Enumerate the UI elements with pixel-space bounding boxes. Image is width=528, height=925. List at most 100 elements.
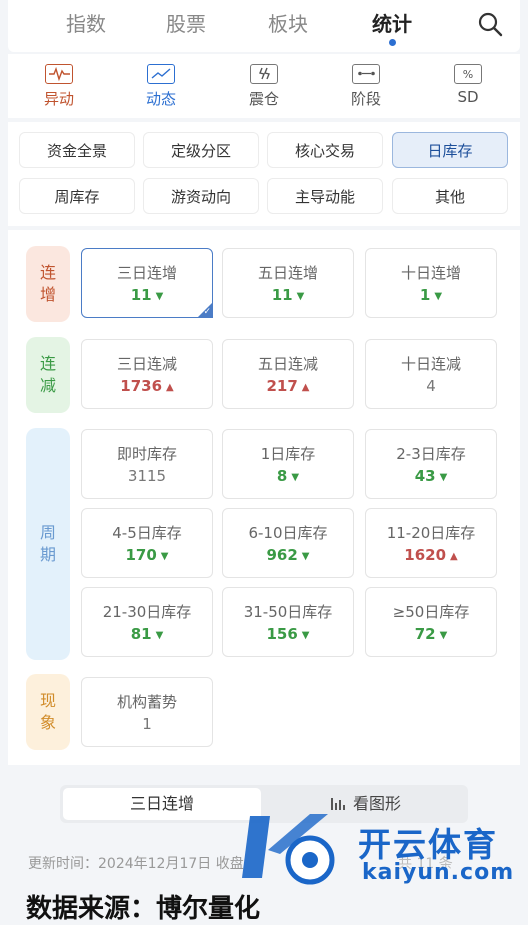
tab-sectors[interactable]: 板块 xyxy=(253,8,323,37)
subnav-label: 异动 xyxy=(43,90,74,108)
kaiyun-logo-icon xyxy=(242,814,335,885)
category-zhoukucun[interactable]: 周库存 xyxy=(19,178,135,214)
stat-cell-21-30ri-kucun[interactable]: 21-30日库存 81 ▼ xyxy=(81,587,213,657)
subnav-item-dongtai[interactable]: 动态 xyxy=(126,64,196,109)
sub-nav: 异动 动态 震仓 阶段 % SD xyxy=(8,54,520,118)
subnav-label: 震仓 xyxy=(248,90,279,108)
stat-value: 170 xyxy=(125,546,157,564)
group-label-char: 减 xyxy=(39,376,56,395)
category-dingji[interactable]: 定级分区 xyxy=(143,132,259,168)
stat-title: 十日连减 xyxy=(400,355,461,373)
stat-cell-sanri-lianjian[interactable]: 三日连减 1736 ▲ xyxy=(81,339,213,409)
search-icon[interactable] xyxy=(476,10,504,38)
stat-cell-jishi-kucun[interactable]: 即时库存 3115 xyxy=(81,429,213,499)
stat-value: 1 xyxy=(142,715,152,733)
stat-title: 2-3日库存 xyxy=(396,445,466,463)
tab-statistics[interactable]: 统计 xyxy=(357,8,427,37)
group-label-char: 象 xyxy=(39,713,56,732)
tab-selected-list[interactable]: 三日连增 xyxy=(63,788,261,820)
subnav-label: 动态 xyxy=(145,90,176,108)
category-zijin[interactable]: 资金全景 xyxy=(19,132,135,168)
stats-panel: 连 增 连 减 周 期 现 象 三日连增 11 ▼ ✓ 五日连增 11 ▼ 十日连增… xyxy=(8,230,520,765)
stat-cell-4-5ri-kucun[interactable]: 4-5日库存 170 ▼ xyxy=(81,508,213,578)
stat-value: 72 xyxy=(414,625,436,643)
stat-title: 三日连减 xyxy=(116,355,177,373)
stat-value: 962 xyxy=(266,546,298,564)
stat-cell-50ri-kucun[interactable]: ≥50日库存 72 ▼ xyxy=(365,587,497,657)
stat-title: 31-50日库存 xyxy=(243,603,333,621)
subnav-item-sd[interactable]: % SD xyxy=(433,64,503,106)
watermark-brand: 开云体育 xyxy=(358,825,498,864)
category-rikucun[interactable]: 日库存 xyxy=(392,132,508,168)
percent-icon: % xyxy=(454,64,482,84)
stat-cell-2-3ri-kucun[interactable]: 2-3日库存 43 ▼ xyxy=(365,429,497,499)
stat-cell-sanri-lianzeng[interactable]: 三日连增 11 ▼ ✓ xyxy=(81,248,213,318)
stat-value: 3115 xyxy=(127,467,167,485)
stat-cell-shiri-lianjian[interactable]: 十日连减 4 xyxy=(365,339,497,409)
stat-value: 11 xyxy=(271,286,293,304)
group-label-char: 连 xyxy=(39,354,56,373)
stat-value: 4 xyxy=(426,377,436,395)
arrow-down-icon: ▼ xyxy=(439,630,448,641)
arrow-down-icon: ▼ xyxy=(155,630,164,641)
stat-title: 4-5日库存 xyxy=(112,524,182,542)
category-grid: 资金全景 定级分区 核心交易 日库存 周库存 游资动向 主导动能 其他 xyxy=(8,122,520,226)
trend-icon xyxy=(147,64,175,84)
arrow-down-icon: ▼ xyxy=(439,472,448,483)
stat-value: 11 xyxy=(130,286,152,304)
stat-title: 机构蓄势 xyxy=(116,693,177,711)
arrow-up-icon: ▲ xyxy=(450,551,458,562)
stat-value: 1 xyxy=(419,286,431,304)
tab-stocks[interactable]: 股票 xyxy=(151,8,221,37)
group-label-char: 现 xyxy=(39,691,56,710)
arrow-down-icon: ▼ xyxy=(296,291,305,302)
watermark-domain: kaiyun.com xyxy=(362,860,515,885)
arrow-down-icon: ▼ xyxy=(291,472,300,483)
data-source: 数据来源：博尔量化 xyxy=(26,894,261,924)
stat-title: 五日连减 xyxy=(257,355,318,373)
arrow-up-icon: ▲ xyxy=(301,382,310,393)
stat-value: 156 xyxy=(266,625,298,643)
arrow-down-icon: ▼ xyxy=(160,551,169,562)
stat-cell-jigou-xushi[interactable]: 机构蓄势 1 xyxy=(81,677,213,747)
top-nav: 指数 股票 板块 统计 xyxy=(8,0,520,52)
tab-index[interactable]: 指数 xyxy=(51,8,121,37)
stat-title: 21-30日库存 xyxy=(102,603,192,621)
subnav-item-yidong[interactable]: 异动 xyxy=(24,64,94,109)
group-label-xianxiang: 现 象 xyxy=(26,674,70,750)
group-label-lianjian: 连 减 xyxy=(26,337,70,413)
active-tab-indicator xyxy=(389,39,396,46)
stat-title: 三日连增 xyxy=(116,264,177,282)
stat-cell-shiri-lianzeng[interactable]: 十日连增 1 ▼ xyxy=(365,248,497,318)
category-hexin[interactable]: 核心交易 xyxy=(267,132,383,168)
stat-cell-6-10ri-kucun[interactable]: 6-10日库存 962 ▼ xyxy=(222,508,354,578)
stat-cell-31-50ri-kucun[interactable]: 31-50日库存 156 ▼ xyxy=(222,587,354,657)
stat-title: 6-10日库存 xyxy=(248,524,328,542)
stat-value: 8 xyxy=(276,467,288,485)
subnav-item-jieduan[interactable]: 阶段 xyxy=(331,64,401,109)
stat-value: 217 xyxy=(266,377,298,395)
arrow-down-icon: ▼ xyxy=(434,291,443,302)
stat-cell-wuri-lianzeng[interactable]: 五日连增 11 ▼ xyxy=(222,248,354,318)
stat-title: 十日连增 xyxy=(400,264,461,282)
category-youzi[interactable]: 游资动向 xyxy=(143,178,259,214)
stat-cell-1ri-kucun[interactable]: 1日库存 8 ▼ xyxy=(222,429,354,499)
shake-icon xyxy=(250,64,278,84)
group-label-char: 连 xyxy=(39,263,56,282)
arrow-down-icon: ▼ xyxy=(155,291,164,302)
stat-cell-wuri-lianjian[interactable]: 五日连减 217 ▲ xyxy=(222,339,354,409)
stat-title: 五日连增 xyxy=(257,264,318,282)
stat-value: 81 xyxy=(130,625,152,643)
watermark: 开云体育 kaiyun.com xyxy=(240,808,520,888)
stat-title: 1日库存 xyxy=(260,445,316,463)
group-label-char: 增 xyxy=(39,285,56,304)
subnav-item-zhencang[interactable]: 震仓 xyxy=(229,64,299,109)
subnav-label: SD xyxy=(457,88,479,106)
pulse-icon xyxy=(45,64,73,84)
category-qita[interactable]: 其他 xyxy=(392,178,508,214)
stat-cell-11-20ri-kucun[interactable]: 11-20日库存 1620 ▲ xyxy=(365,508,497,578)
category-zhudao[interactable]: 主导动能 xyxy=(267,178,383,214)
subnav-label: 阶段 xyxy=(350,90,381,108)
check-icon: ✓ xyxy=(203,307,211,317)
stat-title: ≥50日库存 xyxy=(392,603,470,621)
